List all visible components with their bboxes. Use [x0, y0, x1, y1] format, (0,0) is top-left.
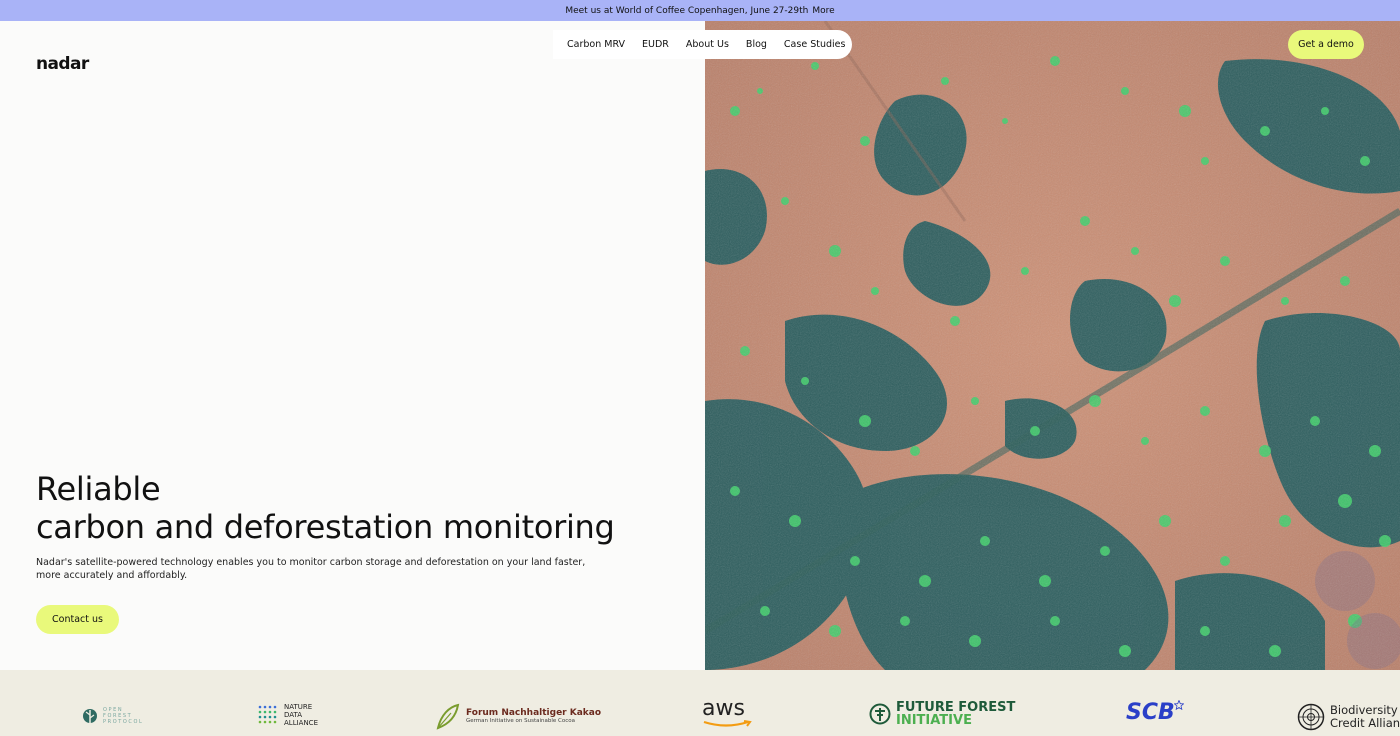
scb-star-icon [1173, 699, 1184, 710]
scb-wordmark: SCB [1126, 700, 1175, 725]
announcement-text: Meet us at World of Coffee Copenhagen, J… [565, 5, 809, 16]
fnk-leaf-icon [436, 703, 460, 730]
nav-case-studies[interactable]: Case Studies [784, 39, 846, 50]
partner-nature-data-alliance[interactable]: NATURE DATA ALLIANCE [257, 703, 318, 727]
partner-scb[interactable]: SCB [1126, 699, 1184, 725]
nav-blog[interactable]: Blog [746, 39, 767, 50]
contact-us-button[interactable]: Contact us [36, 605, 119, 634]
nda-line1: NATURE [284, 703, 313, 711]
ffi-line2: INITIATIVE [896, 713, 972, 728]
ofp-leaf-icon [83, 709, 97, 723]
nda-dots-icon [258, 705, 277, 724]
ffi-tree-icon [869, 703, 891, 725]
partner-open-forest-protocol[interactable]: OPEN FOREST PROTOCOL [82, 707, 143, 725]
hero-subtitle: Nadar's satellite-powered technology ena… [36, 557, 586, 581]
partner-future-forest-initiative[interactable]: FUTURE FOREST INITIATIVE [869, 701, 1015, 727]
nda-line3: ALLIANCE [284, 719, 318, 727]
nav-about-us[interactable]: About Us [686, 39, 729, 50]
fnk-tagline: German Initiative on Sustainable Cocoa [466, 718, 576, 724]
partner-aws[interactable]: aws [702, 698, 754, 728]
main-nav: Carbon MRV EUDR About Us Blog Case Studi… [553, 30, 852, 59]
announcement-bar: Meet us at World of Coffee Copenhagen, J… [0, 0, 1400, 21]
hero-title: Reliable carbon and deforestation monito… [36, 470, 615, 546]
bca-line2: Credit Alliance [1330, 716, 1400, 730]
nav-eudr[interactable]: EUDR [642, 39, 669, 50]
bca-globe-icon [1297, 703, 1325, 731]
partner-logo-strip: OPEN FOREST PROTOCOL NATURE DATA ALLIANC… [0, 670, 1400, 736]
get-demo-button[interactable]: Get a demo [1288, 30, 1364, 59]
announcement-more-link[interactable]: More [812, 6, 834, 16]
nadar-logo[interactable]: nadar [36, 54, 89, 74]
nda-line2: DATA [284, 711, 303, 719]
hero-aerial-image [705, 21, 1400, 670]
ofp-line3: PROTOCOL [103, 719, 144, 725]
aws-wordmark: aws [702, 696, 745, 721]
nav-carbon-mrv[interactable]: Carbon MRV [567, 39, 625, 50]
hero-title-line2: carbon and deforestation monitoring [36, 508, 615, 546]
fnk-name: Forum Nachhaltiger Kakao [466, 708, 602, 718]
hero-title-line1: Reliable [36, 470, 161, 508]
partner-biodiversity-credit-alliance[interactable]: Biodiversity Credit Alliance [1297, 703, 1400, 731]
aws-smile-icon [703, 720, 752, 727]
partner-forum-nachhaltiger-kakao[interactable]: Forum Nachhaltiger Kakao German Initiati… [435, 701, 601, 731]
